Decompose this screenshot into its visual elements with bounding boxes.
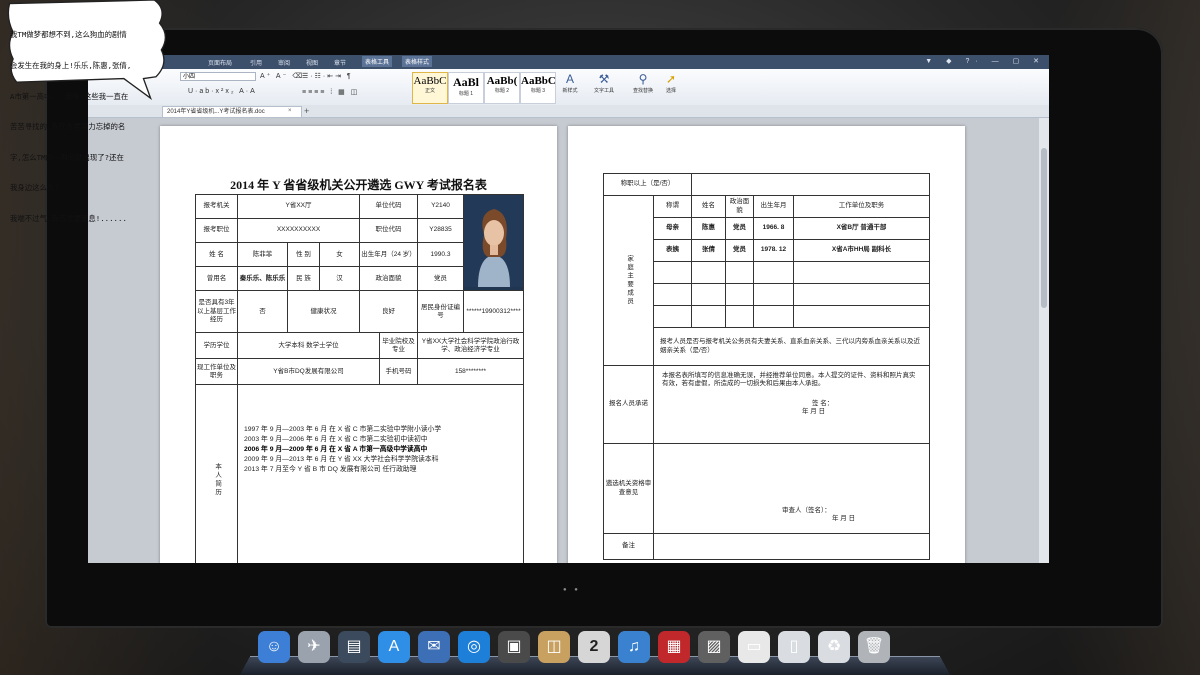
close-tab-icon[interactable]: × xyxy=(288,108,292,114)
form-title: 2014 年 Y 省省级机关公开遴选 GWY 考试报名表 xyxy=(230,178,487,192)
sign-line: 签 名： xyxy=(812,400,834,408)
tab-references[interactable]: 引用 xyxy=(250,58,262,67)
facetime-icon[interactable]: ▣ xyxy=(498,631,530,663)
pledge-label: 报名人员承诺 xyxy=(603,365,654,444)
photo-booth-icon[interactable]: ▦ xyxy=(658,631,690,663)
text-tools-button[interactable]: ⚒ 文字工具 xyxy=(588,71,620,94)
style-heading-1[interactable]: AaBl 标题 1 xyxy=(448,72,484,104)
scroll-thumb[interactable] xyxy=(1041,148,1047,308)
finder-icon[interactable]: ☺ xyxy=(258,631,290,663)
resume-label: 本人简历 xyxy=(195,384,238,563)
contacts-icon[interactable]: ◫ xyxy=(538,631,570,663)
sign-date: 年 月 日 xyxy=(802,408,826,416)
mail-icon[interactable]: ✉ xyxy=(418,631,450,663)
tab-table-style[interactable]: 表格样式 xyxy=(402,56,433,67)
resume-content[interactable]: 1997 年 9 月—2003 年 6 月 在 X 省 C 市第二实验中学附小读… xyxy=(237,384,524,563)
pledge-cell[interactable]: 本报名表所填写的信息准确无误，并经推荐单位同意。本人提交的证件、资料和照片真实有… xyxy=(652,365,931,444)
remark-label: 备注 xyxy=(603,533,654,560)
phone-value[interactable]: 158******** xyxy=(417,358,524,386)
find-replace-button[interactable]: ⚲ 查找替换 xyxy=(626,71,660,94)
registration-form-table: 报考机关 Y省XX厅 单位代码 Y2140 报考职位 XXXXXXXXXX 职位… xyxy=(195,193,524,563)
name-value[interactable]: 陈菲菲 xyxy=(237,242,288,268)
speech-bubble-text: 我TM做梦都想不到,这么狗血的剧情 会发生在我的身上!乐乐,陈惠,张倩, A市第… xyxy=(10,30,132,224)
ribbon-tab-bar: 页面布局 引用 审阅 视图 章节 表格工具 表格样式 ▼ ◆ ?· — ▢ ✕ xyxy=(88,55,1049,69)
current-job-value[interactable]: Y省B市DQ发展有限公司 xyxy=(237,358,380,386)
style-normal[interactable]: AaBbC 正文 xyxy=(412,72,448,104)
style-heading-2[interactable]: AaBb( 标题 2 xyxy=(484,72,520,104)
title-row-value[interactable] xyxy=(690,173,931,196)
preview-icon[interactable]: ▨ xyxy=(698,631,730,663)
font-size-select[interactable]: 小四 xyxy=(180,72,256,81)
ribbon-toolbar: 小四 A⁺ A⁻ ⌫ U·ab·x²x₂ A·A ☰·☷·⇤⇥ ¶ ≡≡≡≡ ⁞… xyxy=(88,69,1049,106)
former-name-value[interactable]: 秦乐乐、陈乐乐 xyxy=(237,266,288,292)
app-store-icon[interactable]: A xyxy=(378,631,410,663)
tab-page-layout[interactable]: 页面布局 xyxy=(208,58,232,67)
political-value[interactable]: 党员 xyxy=(417,266,464,292)
styles-icon: A xyxy=(565,72,574,86)
resume-line: 2013 年 7 月至今 Y 省 B 市 DQ 发展有限公司 任行政助理 xyxy=(244,465,417,473)
trash-icon[interactable]: 🗑 xyxy=(858,631,890,663)
list-indent-icons[interactable]: ☰·☷·⇤⇥ ¶ xyxy=(302,72,353,80)
gender-value[interactable]: 女 xyxy=(319,242,360,268)
ethnicity-value[interactable]: 汉 xyxy=(319,266,360,292)
safari-icon[interactable]: ◎ xyxy=(458,631,490,663)
apply-post-value[interactable]: XXXXXXXXXX xyxy=(237,218,360,244)
post-code-value[interactable]: Y28835 xyxy=(417,218,464,244)
recycle-icon[interactable]: ♻ xyxy=(818,631,850,663)
laptop-screen: 页面布局 引用 审阅 视图 章节 表格工具 表格样式 ▼ ◆ ?· — ▢ ✕ … xyxy=(88,55,1049,563)
font-grow-shrink-icons[interactable]: A⁺ A⁻ ⌫ xyxy=(260,72,304,80)
relation-question: 报考人员是否与报考机关公务员有夫妻关系、直系血亲关系、三代以内旁系血亲关系以及近… xyxy=(652,327,931,366)
document-page-1: 2014 年 Y 省省级机关公开遴选 GWY 考试报名表 报考机关 Y省XX厅 … xyxy=(160,126,557,563)
file-icon[interactable]: ▯ xyxy=(778,631,810,663)
calendar-icon[interactable]: 2 xyxy=(578,631,610,663)
applicant-photo xyxy=(463,193,524,292)
family-label: 家庭主要成员 xyxy=(603,195,654,366)
new-style-button[interactable]: A 新样式 xyxy=(556,71,584,94)
review-date: 年 月 日 xyxy=(832,514,856,522)
title-row-label: 称职以上（是/否） xyxy=(603,173,692,196)
document-tab[interactable]: 2014年Y省省级机...Y考试报名表.doc xyxy=(162,106,302,117)
birth-value[interactable]: 1990.3 xyxy=(417,242,464,268)
base-exp-value[interactable]: 否 xyxy=(237,290,288,334)
mission-control-icon[interactable]: ▤ xyxy=(338,631,370,663)
text-tools-icon: ⚒ xyxy=(598,72,610,86)
document-workspace: 2014 年 Y 省省级机关公开遴选 GWY 考试报名表 报考机关 Y省XX厅 … xyxy=(88,118,1049,563)
resume-line: 2009 年 9 月—2013 年 6 月 在 Y 省 XX 大学社会科学学院读… xyxy=(244,455,439,463)
documents-icon[interactable]: ▭ xyxy=(738,631,770,663)
avatar-portrait xyxy=(464,195,523,287)
tab-view[interactable]: 视图 xyxy=(306,58,318,67)
education-value[interactable]: 大学本科 数学士学位 xyxy=(237,332,380,360)
remark-value[interactable] xyxy=(652,533,931,560)
id-number-value[interactable]: ******19900312**** xyxy=(463,290,524,334)
document-tab-bar: 2014年Y省省级机...Y考试报名表.doc × + xyxy=(88,105,1049,118)
school-value[interactable]: Y省XX大学社会科学学院政治行政学、政治经济学专业 xyxy=(417,332,524,360)
select-button[interactable]: ➚ 选择 xyxy=(660,71,682,94)
page-indicator-dots: ● ● xyxy=(563,587,581,593)
tab-review[interactable]: 审阅 xyxy=(278,58,290,67)
resume-line: 2003 年 9 月—2006 年 6 月 在 X 省 C 市第二实验初中读初中 xyxy=(244,435,428,443)
new-tab-icon[interactable]: + xyxy=(304,106,309,116)
pledge-text: 本报名表所填写的信息准确无误，并经推荐单位同意。本人提交的证件、资料和照片真实有… xyxy=(662,372,916,388)
resume-line: 1997 年 9 月—2003 年 6 月 在 X 省 C 市第二实验中学附小读… xyxy=(244,426,442,434)
style-heading-3[interactable]: AaBbC 标题 3 xyxy=(520,72,556,104)
resume-line-highlight: 2006 年 9 月—2009 年 6 月 在 X 省 A 市第一高级中学读高中 xyxy=(244,445,428,453)
review-cell[interactable]: 审查人（签名）： 年 月 日 xyxy=(652,443,931,534)
tab-table-tools[interactable]: 表格工具 xyxy=(362,56,393,67)
cursor-icon: ➚ xyxy=(665,72,677,86)
window-controls[interactable]: ▼ ◆ ?· — ▢ ✕ xyxy=(925,57,1045,65)
tab-section[interactable]: 章节 xyxy=(334,58,346,67)
health-value[interactable]: 良好 xyxy=(359,290,418,334)
binoculars-icon: ⚲ xyxy=(638,72,648,86)
text-format-icons[interactable]: U·ab·x²x₂ A·A xyxy=(188,88,257,95)
launchpad-icon[interactable]: ✈ xyxy=(298,631,330,663)
itunes-icon[interactable]: ♫ xyxy=(618,631,650,663)
paragraph-align-icons[interactable]: ≡≡≡≡ ⁞ ▦ ◫ xyxy=(302,88,359,96)
reviewer-line: 审查人（签名）： xyxy=(782,506,831,514)
apply-org-value[interactable]: Y省XX厅 xyxy=(237,193,360,220)
org-code-value[interactable]: Y2140 xyxy=(417,193,464,220)
family-form-table: 称职以上（是/否） 家庭主要成员 称谓 姓名 政治面貌 出生年月 工作单位及职务… xyxy=(603,173,931,560)
review-label: 遴选机关资格审查意见 xyxy=(603,443,654,534)
vertical-scrollbar[interactable] xyxy=(1039,118,1049,563)
document-page-2: 称职以上（是/否） 家庭主要成员 称谓 姓名 政治面貌 出生年月 工作单位及职务… xyxy=(568,126,965,563)
